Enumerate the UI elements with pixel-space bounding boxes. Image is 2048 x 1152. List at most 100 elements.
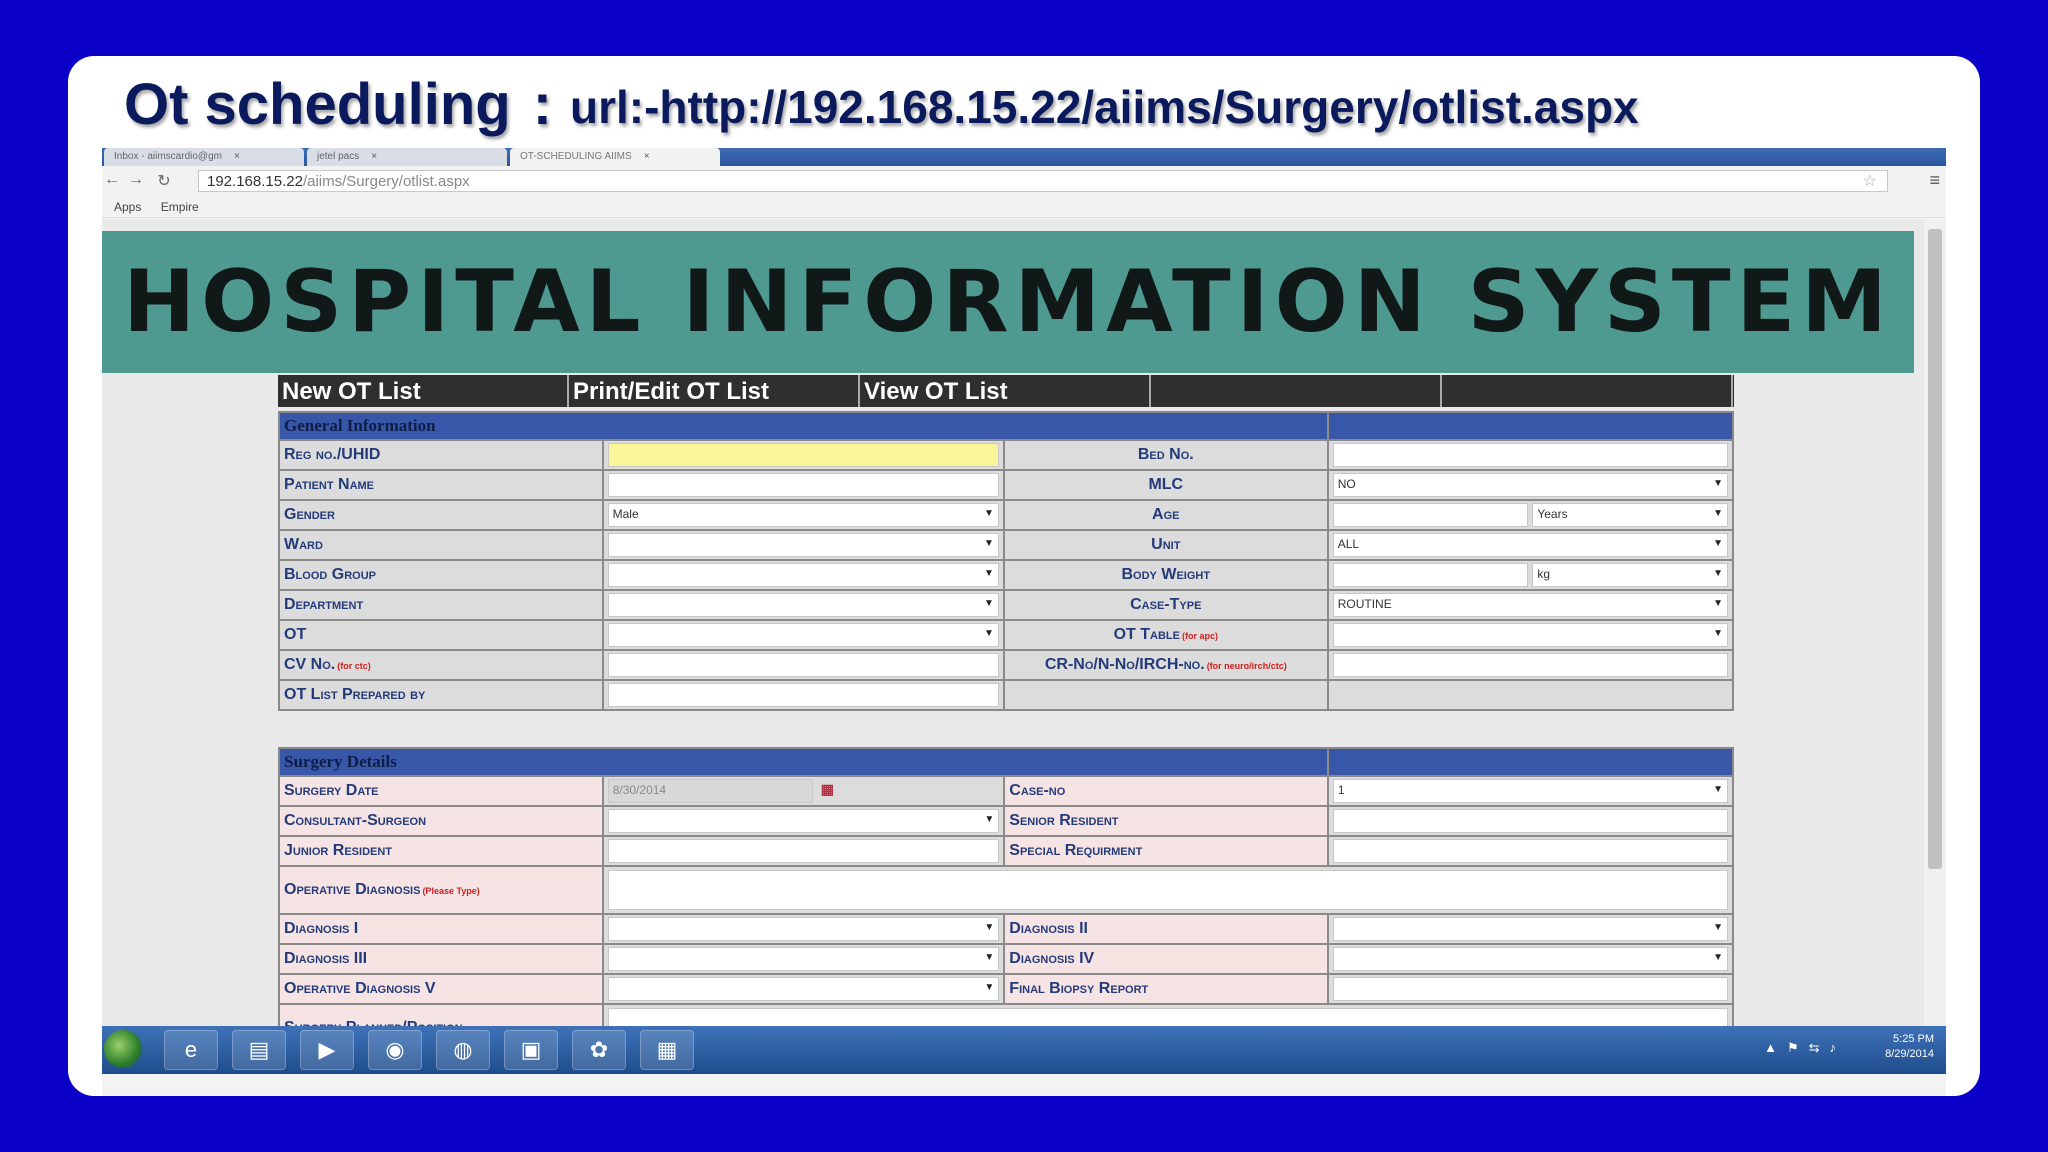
department-select[interactable]: ▼ xyxy=(607,593,999,617)
patient-name-input[interactable] xyxy=(607,473,999,497)
forward-icon[interactable]: → xyxy=(126,171,146,189)
system-tray-icons[interactable]: ▲⚑⇆♪ xyxy=(1764,1040,1846,1056)
chrome-icon[interactable]: ◉ xyxy=(368,1030,422,1070)
form-row: Diagnosis III ▼ Diagnosis IV ▼ xyxy=(278,943,1735,975)
internet-explorer-icon[interactable]: e xyxy=(164,1030,218,1070)
prepared-by-input[interactable] xyxy=(607,683,999,707)
diag2-label: Diagnosis II xyxy=(1003,913,1329,945)
surgery-date-label: Surgery Date xyxy=(278,775,604,807)
chevron-down-icon: ▼ xyxy=(1713,508,1724,519)
url-host: 192.168.15.22 xyxy=(207,173,303,190)
case-type-select[interactable]: ROUTINE ▼ xyxy=(1332,593,1728,617)
diag2-select[interactable]: ▼ xyxy=(1332,917,1728,941)
special-req-input[interactable] xyxy=(1332,839,1728,863)
chevron-down-icon: ▼ xyxy=(984,814,995,825)
firefox-icon[interactable]: ◍ xyxy=(436,1030,490,1070)
reg-no-input[interactable] xyxy=(607,443,999,467)
file-explorer-icon[interactable]: ▤ xyxy=(232,1030,286,1070)
junior-resident-input[interactable] xyxy=(607,839,1000,863)
menu-view-ot-list[interactable]: View OT List xyxy=(860,375,1151,407)
cr-no-label: CR-No/N-No/IRCH-no. xyxy=(1044,655,1205,673)
surgery-date-input[interactable]: 8/30/2014 xyxy=(607,779,813,803)
menu-new-ot-list[interactable]: New OT List xyxy=(278,375,569,407)
gender-select[interactable]: Male ▼ xyxy=(607,503,999,527)
tab-label: jetel pacs xyxy=(317,151,360,162)
slide-title-url: url:-http://192.168.15.22/aiims/Surgery/… xyxy=(570,81,1639,133)
biopsy-input[interactable] xyxy=(1332,977,1728,1001)
ward-select[interactable]: ▼ xyxy=(607,533,999,557)
form-row: Surgery Planned/Position xyxy=(278,1003,1735,1026)
header-blank xyxy=(1326,747,1735,777)
header-blank xyxy=(1326,411,1735,441)
start-button-icon[interactable] xyxy=(104,1030,142,1068)
body-weight-input[interactable] xyxy=(1332,563,1529,587)
browser-address-bar: ← → ↻ 192.168.15.22/aiims/Surgery/otlist… xyxy=(102,166,1946,196)
browser-menu-icon[interactable]: ≡ xyxy=(1929,170,1940,191)
chevron-down-icon: ▼ xyxy=(1713,538,1723,549)
body-weight-label: Body Weight xyxy=(1002,559,1329,591)
operative-diag-textarea[interactable] xyxy=(607,870,1728,910)
menu-print-edit-ot-list[interactable]: Print/Edit OT List xyxy=(569,375,860,407)
ot-table-label: OT Table xyxy=(1113,626,1180,643)
weight-unit-select[interactable]: kg ▼ xyxy=(1532,563,1729,587)
bookmark-empire[interactable]: Empire xyxy=(161,200,199,214)
tab-label: OT-SCHEDULING AIIMS xyxy=(520,151,632,162)
surgery-details-table: Surgery Details Surgery Date 8/30/2014 ▦ … xyxy=(278,747,1735,1026)
bookmark-star-icon[interactable]: ☆ xyxy=(1863,171,1877,191)
picasa-icon[interactable]: ✿ xyxy=(572,1030,626,1070)
slide-title: Ot scheduling : url:-http://192.168.15.2… xyxy=(124,56,1639,152)
browser-screenshot: Inbox - aiimscardio@gm × jetel pacs × OT-S… xyxy=(102,148,1946,1096)
scrollbar-thumb[interactable] xyxy=(1928,229,1942,869)
chevron-down-icon: ▼ xyxy=(1713,598,1723,609)
form-row: OT List Prepared by xyxy=(278,679,1735,711)
surgery-details-header: Surgery Details xyxy=(278,747,1329,777)
browser-tab-pacs[interactable]: jetel pacs × xyxy=(307,148,507,166)
chevron-down-icon: ▼ xyxy=(1713,628,1723,639)
clock[interactable]: 5:25 PM 8/29/2014 xyxy=(1885,1032,1934,1062)
media-player-icon[interactable]: ▶ xyxy=(300,1030,354,1070)
ot-select[interactable]: ▼ xyxy=(607,623,999,647)
back-icon[interactable]: ← xyxy=(102,171,122,189)
close-icon[interactable]: × xyxy=(644,151,650,162)
close-icon[interactable]: × xyxy=(234,151,240,162)
chevron-down-icon: ▼ xyxy=(983,538,994,549)
diag1-label: Diagnosis I xyxy=(278,913,604,945)
case-no-select[interactable]: 1 ▼ xyxy=(1332,779,1728,803)
cr-no-input[interactable] xyxy=(1332,653,1728,677)
diag4-label: Diagnosis IV xyxy=(1003,943,1329,975)
close-icon[interactable]: × xyxy=(371,151,377,162)
page-scrollbar[interactable] xyxy=(1924,219,1946,1026)
ot-table-select[interactable]: ▼ xyxy=(1332,623,1728,647)
form-row: Consultant-Surgeon ▼ Senior Resident xyxy=(278,805,1735,837)
diag4-select[interactable]: ▼ xyxy=(1332,947,1728,971)
age-label: Age xyxy=(1002,499,1329,531)
browser-tab-ot-scheduling[interactable]: OT-SCHEDULING AIIMS × xyxy=(510,148,720,166)
planned-position-textarea[interactable] xyxy=(607,1008,1728,1026)
cv-no-input[interactable] xyxy=(607,653,999,677)
slide: Ot scheduling : url:-http://192.168.15.2… xyxy=(68,56,1980,1096)
unit-select[interactable]: ALL ▼ xyxy=(1332,533,1728,557)
age-unit-select[interactable]: Years ▼ xyxy=(1532,503,1729,527)
word-icon[interactable]: ▦ xyxy=(640,1030,694,1070)
bed-no-input[interactable] xyxy=(1332,443,1728,467)
unit-value: ALL xyxy=(1337,537,1360,551)
calendar-icon[interactable]: ▦ xyxy=(821,781,834,798)
browser-tab-inbox[interactable]: Inbox - aiimscardio@gm × xyxy=(104,148,304,166)
form-row: Patient Name MLC NO ▼ xyxy=(278,469,1735,501)
url-input[interactable]: 192.168.15.22/aiims/Surgery/otlist.aspx … xyxy=(198,170,1888,192)
mlc-select[interactable]: NO ▼ xyxy=(1332,473,1728,497)
blood-group-select[interactable]: ▼ xyxy=(607,563,999,587)
diag5-select[interactable]: ▼ xyxy=(607,977,1000,1001)
powerpoint-icon[interactable]: ▣ xyxy=(504,1030,558,1070)
reload-icon[interactable]: ↻ xyxy=(154,171,174,191)
diag3-select[interactable]: ▼ xyxy=(607,947,1000,971)
general-information-table: General Information Reg no./UHID Bed No.… xyxy=(278,411,1735,711)
bookmark-apps[interactable]: Apps xyxy=(114,200,141,214)
chevron-down-icon: ▼ xyxy=(983,508,994,519)
consultant-select[interactable]: ▼ xyxy=(607,809,1000,833)
diag1-select[interactable]: ▼ xyxy=(607,917,1000,941)
senior-resident-input[interactable] xyxy=(1332,809,1728,833)
biopsy-label: Final Biopsy Report xyxy=(1003,973,1329,1005)
age-input[interactable] xyxy=(1332,503,1529,527)
chevron-down-icon: ▼ xyxy=(983,598,994,609)
